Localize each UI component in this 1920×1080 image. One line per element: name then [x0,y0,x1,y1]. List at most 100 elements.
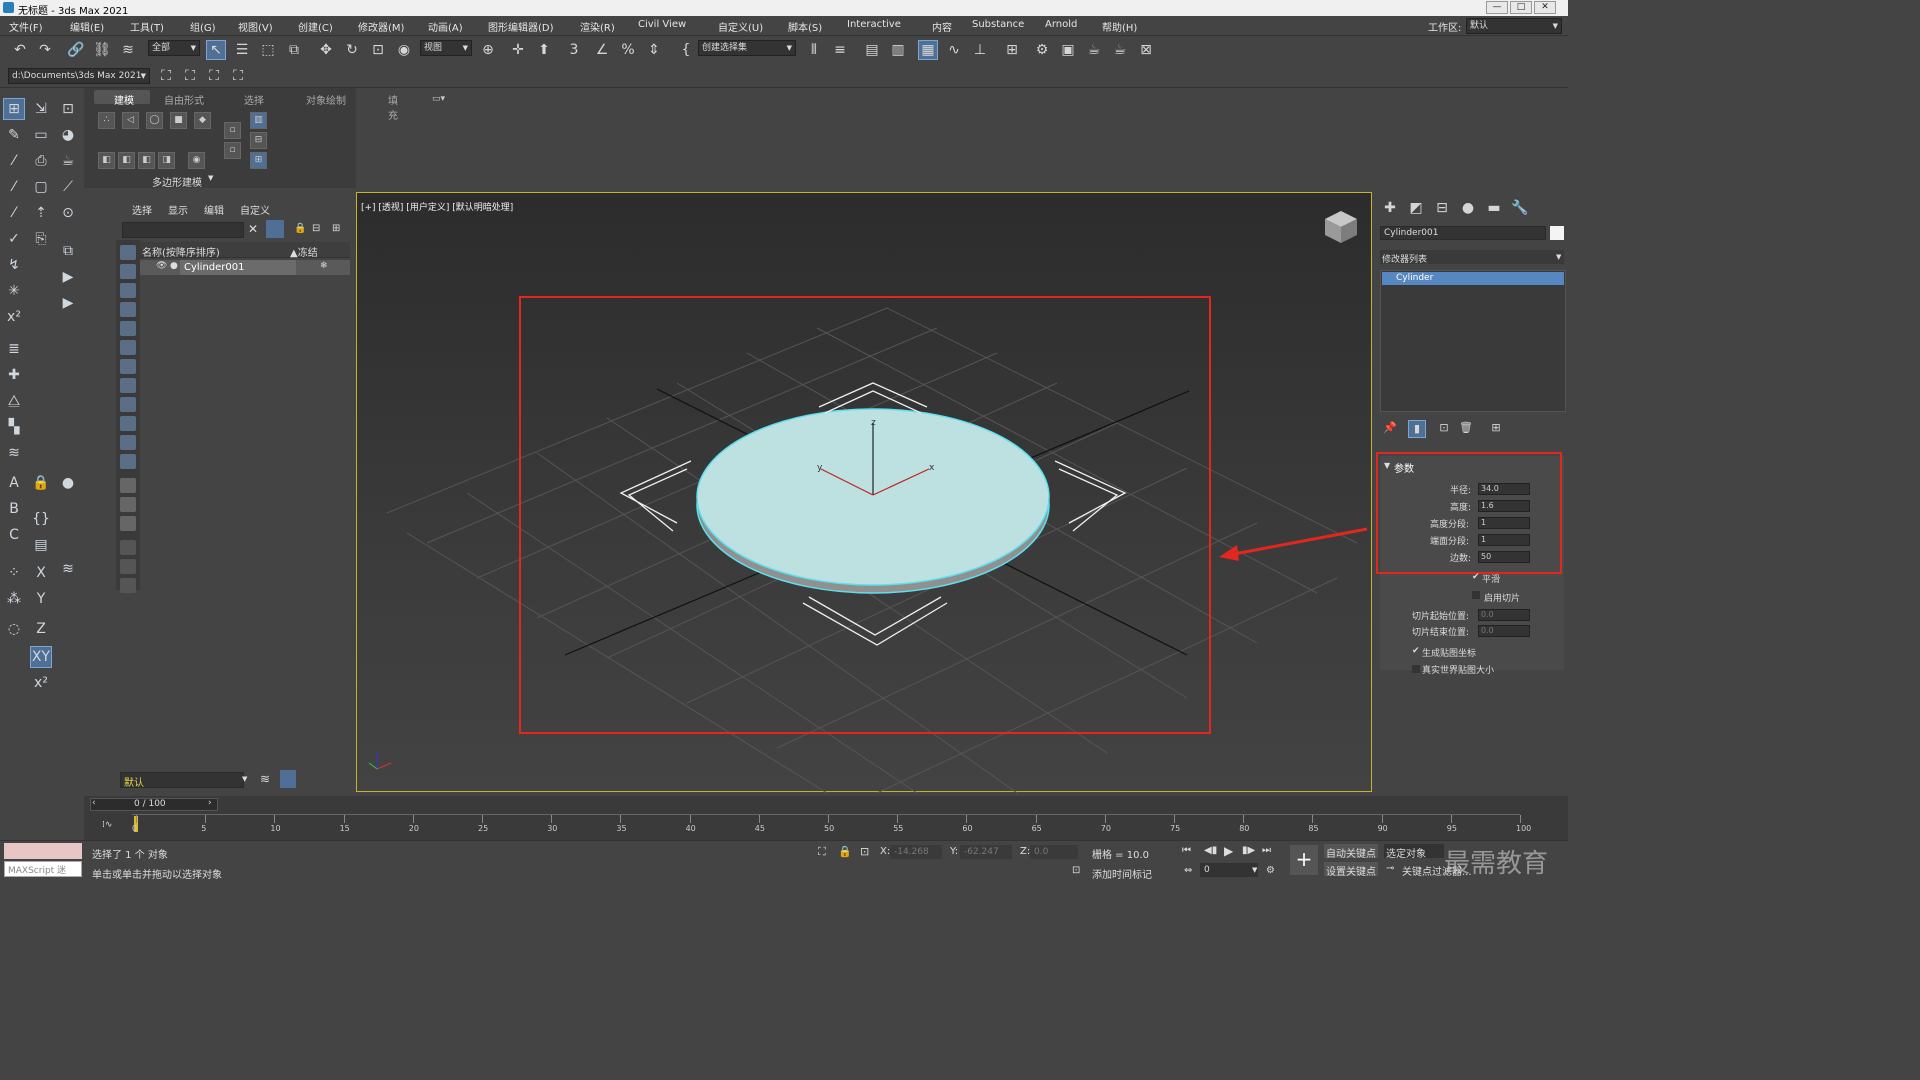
keyboard-shortcut-icon[interactable]: ⬆ [534,40,554,60]
menu-group[interactable]: 组(G) [190,19,216,34]
funnel2-icon[interactable] [120,559,136,574]
rotate-icon[interactable]: ↻ [342,40,362,60]
axis-z-icon[interactable]: Z [30,618,52,640]
ribbon-tool7-icon[interactable]: ▫ [224,142,241,159]
stack-layers-icon[interactable]: ≋ [57,558,79,580]
scene-tab-display[interactable]: 显示 [168,202,188,217]
ribbon-options-icon[interactable]: ▭▾ [432,94,445,104]
height-segments-spinner[interactable]: 1 [1478,517,1530,529]
layer-toggle-icon[interactable] [280,770,296,788]
ribbon-tool2-icon[interactable]: ◧ [118,152,135,169]
slice-on-checkbox[interactable] [1472,591,1480,599]
menu-rendering[interactable]: 渲染(R) [580,19,615,34]
axis-y-icon[interactable]: Y [30,588,52,610]
align-icon[interactable]: ≡ [830,40,850,60]
add-time-tag[interactable]: 添加时间标记 [1092,866,1152,881]
layer-stack-icon[interactable]: ≋ [3,442,25,464]
viewcube[interactable] [1325,211,1357,243]
text-c-icon[interactable]: C [3,524,25,546]
utilities-tab-icon[interactable]: 🔧 [1510,198,1530,218]
filter-none-icon[interactable] [120,497,136,512]
ribbon-tool8-icon[interactable]: ▥ [250,112,267,129]
ribbon-footer[interactable]: 多边形建模 [152,174,202,189]
select-manipulate-icon[interactable]: ✛ [508,40,528,60]
sides-spinner[interactable]: 50 [1478,551,1530,563]
column-name[interactable]: 名称(按降序排序) [142,244,220,259]
render-tool-icon[interactable]: ▶ [57,292,79,314]
rendered-frame-icon[interactable]: ▣ [1058,40,1078,60]
undo-icon[interactable]: ↶ [10,40,30,60]
save-tool-icon[interactable]: ▤ [30,534,52,556]
ribbon-tool9-icon[interactable]: ⊟ [250,132,267,149]
menu-customize[interactable]: 自定义(U) [718,19,763,34]
filter-shapes-icon[interactable] [120,264,136,279]
layer-manager-icon[interactable]: ≋ [260,772,270,786]
menu-create[interactable]: 创建(C) [298,19,333,34]
menu-substance[interactable]: Substance [972,19,1024,30]
project-open-icon[interactable]: ⛶ [204,66,224,86]
schematic-view-icon[interactable]: ⊥ [970,40,990,60]
menu-file[interactable]: 文件(F) [9,19,43,34]
bracket-tool-icon[interactable]: {} [30,508,52,530]
column-frozen[interactable]: ▲冻结 [290,244,318,259]
filter-lights-icon[interactable] [120,283,136,298]
freeze-icon[interactable]: ❄ [320,261,328,271]
menu-help[interactable]: 帮助(H) [1102,19,1137,34]
render-production-icon[interactable]: ☕ [1084,40,1104,60]
scene-search-input[interactable] [122,222,244,238]
layers-tool-icon[interactable]: ≣ [3,338,25,360]
print-tool-icon[interactable]: ⎙ [30,150,52,172]
redo-icon[interactable]: ↷ [35,40,55,60]
curve-editor-icon[interactable]: ∿ [944,40,964,60]
go-to-start-icon[interactable]: ⏮ [1182,845,1191,856]
radius-spinner[interactable]: 34.0 [1478,483,1530,495]
filter-geometry-icon[interactable] [120,245,136,260]
teapot-icon[interactable]: ☕ [57,150,79,172]
filter-invert-icon[interactable] [120,516,136,531]
filter-hidden-icon[interactable] [120,454,136,469]
layers-view-icon[interactable]: ⊞ [332,223,340,234]
select-object-icon[interactable]: ↖ [206,40,226,60]
filter-cameras-icon[interactable] [120,302,136,317]
link-tool-icon[interactable]: ✎ [3,124,25,146]
menu-tools[interactable]: 工具(T) [130,19,164,34]
hierarchy-tab-icon[interactable]: ⊟ [1432,198,1452,218]
folder-icon[interactable] [120,578,136,593]
modify-tab-icon[interactable]: ◩ [1406,198,1426,218]
time-prev-icon[interactable]: ‹ [92,798,96,808]
select-by-name-icon[interactable]: ☰ [232,40,252,60]
project-path-dropdown[interactable]: d:\Documents\3ds Max 2021 ▼ [8,68,150,84]
menu-civil-view[interactable]: Civil View [638,19,686,30]
clear-search-icon[interactable]: ✕ [248,222,258,236]
link-icon[interactable]: 🔗 [66,40,86,60]
filter-groups-icon[interactable] [120,359,136,374]
display-tool-icon[interactable]: ▭ [30,124,52,146]
video-tool-icon[interactable]: ▶ [57,266,79,288]
layer-explorer-icon[interactable]: ▥ [888,40,908,60]
pivot-center-icon[interactable]: ⊕ [478,40,498,60]
modifier-stack-cylinder[interactable]: Cylinder [1396,273,1433,283]
edge-mode-icon[interactable]: ◁ [122,112,139,129]
ribbon-tool5-icon[interactable]: ◉ [188,152,205,169]
go-to-end-icon[interactable]: ⏭ [1262,845,1271,856]
filter-bones-icon[interactable] [120,397,136,412]
selection-filter-dropdown[interactable]: 全部 ▼ [148,40,200,56]
tab-object-paint[interactable]: 对象绘制 [306,92,346,107]
filter-xrefs-icon[interactable] [120,378,136,393]
lock-scene-icon[interactable]: 🔒 [294,223,306,234]
filter-spacewarps-icon[interactable] [120,340,136,355]
grid-select-icon[interactable]: ⊞ [3,98,25,120]
create-tab-icon[interactable]: ✚ [1380,198,1400,218]
viewport-snap-icon[interactable]: ⊡ [57,98,79,120]
chevron-down-icon[interactable]: ▼ [1556,253,1561,261]
remove-modifier-icon[interactable]: 🗑 [1456,418,1476,438]
render-cloud-icon[interactable]: ⊠ [1136,40,1156,60]
filter-icon[interactable] [266,220,284,238]
ribbon-tool1-icon[interactable]: ◧ [98,152,115,169]
project-folder-icon[interactable]: ⛶ [156,66,176,86]
axis-xy-icon[interactable]: XY [30,646,52,668]
key-filter-icon[interactable]: ⊸ [1386,863,1394,874]
rect-selection-icon[interactable]: ⬚ [258,40,278,60]
render-iterative-icon[interactable]: ☕ [1110,40,1130,60]
lasso-icon[interactable]: ✓ [3,228,25,250]
